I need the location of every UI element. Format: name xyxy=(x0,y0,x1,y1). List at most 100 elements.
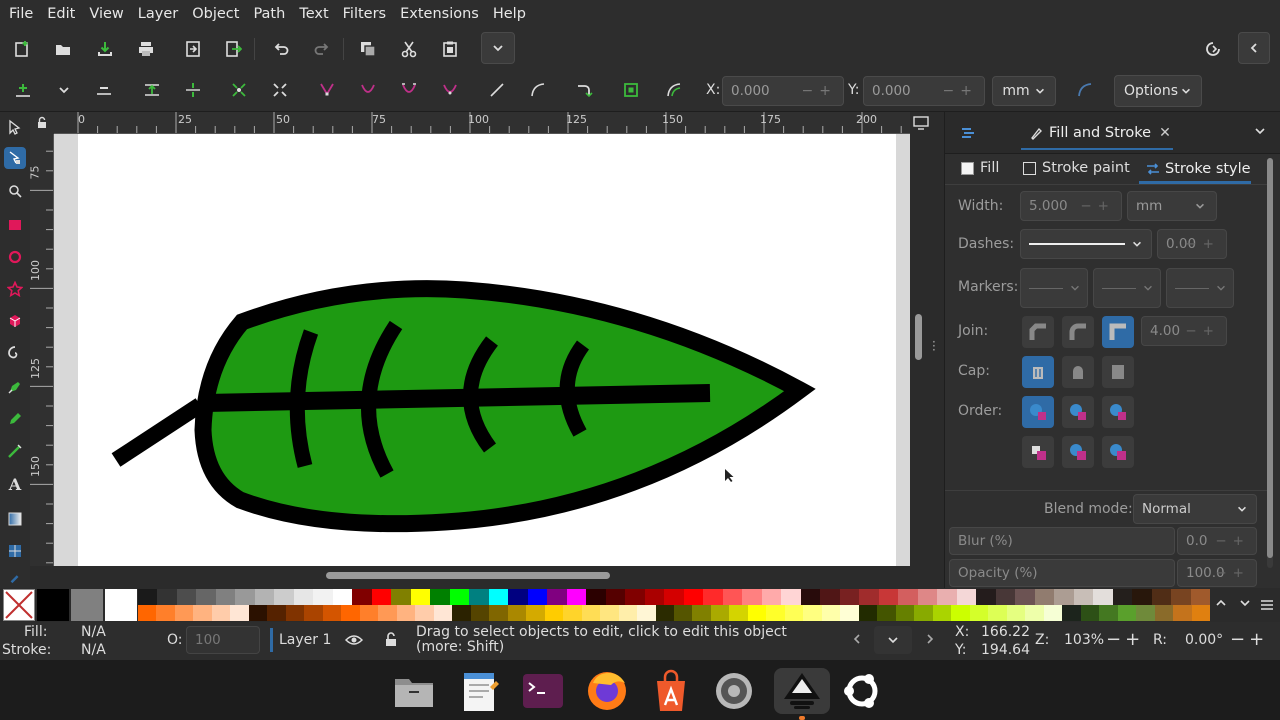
delete-segment-icon[interactable] xyxy=(265,75,295,105)
join-nodes-icon[interactable] xyxy=(137,75,167,105)
color-swatch[interactable] xyxy=(1151,589,1172,605)
x-coordinate-field[interactable]: 0.000 −+ xyxy=(722,76,844,106)
dropper-tool-icon[interactable] xyxy=(4,570,26,584)
segment-line-icon[interactable] xyxy=(482,75,512,105)
color-swatch[interactable] xyxy=(430,589,451,605)
color-swatch[interactable] xyxy=(371,589,392,605)
join-segment-icon[interactable] xyxy=(224,75,254,105)
color-swatch[interactable] xyxy=(156,605,176,621)
color-swatch[interactable] xyxy=(800,589,821,605)
no-paint-swatch[interactable] xyxy=(3,589,35,621)
color-swatch[interactable] xyxy=(581,605,601,621)
color-swatch[interactable] xyxy=(703,589,724,605)
settings-app-icon[interactable] xyxy=(710,668,758,714)
calligraphy-tool-icon[interactable] xyxy=(4,440,26,462)
color-swatch[interactable] xyxy=(254,589,275,605)
save-icon[interactable] xyxy=(90,34,120,64)
panel-resize-handle[interactable]: · · · xyxy=(932,336,942,356)
color-swatch[interactable] xyxy=(544,605,564,621)
color-swatch[interactable] xyxy=(969,605,989,621)
selector-tool-icon[interactable] xyxy=(4,116,26,138)
color-swatch[interactable] xyxy=(761,589,782,605)
color-swatch[interactable] xyxy=(322,605,342,621)
color-swatch[interactable] xyxy=(215,589,236,605)
color-swatch[interactable] xyxy=(1093,589,1114,605)
dock-menu-icon[interactable] xyxy=(959,124,977,142)
menu-object[interactable]: Object xyxy=(185,0,246,28)
delete-node-icon[interactable] xyxy=(89,75,119,105)
color-swatch[interactable] xyxy=(488,589,509,605)
menu-filters[interactable]: Filters xyxy=(336,0,393,28)
zoom-value[interactable]: 103% xyxy=(1064,632,1104,648)
canvas[interactable] xyxy=(54,134,910,566)
order-normal-icon[interactable] xyxy=(1022,396,1054,428)
color-swatch[interactable] xyxy=(1136,605,1156,621)
opacity-field[interactable]: 100.0 −+ xyxy=(1177,559,1257,587)
scroll-thumb[interactable] xyxy=(915,314,922,360)
color-swatch[interactable] xyxy=(527,589,548,605)
stroke-width-field[interactable]: 5.000 −+ xyxy=(1020,191,1122,221)
color-swatch[interactable] xyxy=(586,589,607,605)
color-swatch[interactable] xyxy=(600,605,620,621)
start-marker-dropdown[interactable] xyxy=(1020,268,1088,308)
show-handles-icon[interactable] xyxy=(659,75,689,105)
color-swatch[interactable] xyxy=(637,605,656,621)
color-swatch[interactable] xyxy=(211,605,231,621)
order-markers-stroke-icon[interactable] xyxy=(1102,436,1134,468)
color-swatch[interactable] xyxy=(1117,605,1137,621)
end-marker-dropdown[interactable] xyxy=(1166,268,1234,308)
layer-lock-icon[interactable] xyxy=(384,632,398,648)
color-swatch[interactable] xyxy=(976,589,997,605)
color-swatch[interactable] xyxy=(895,605,915,621)
color-swatch[interactable] xyxy=(859,589,880,605)
text-tool-icon[interactable]: A xyxy=(4,473,26,495)
color-swatch[interactable] xyxy=(230,605,250,621)
color-swatch[interactable] xyxy=(784,605,804,621)
color-swatch[interactable] xyxy=(1173,605,1192,621)
color-swatch[interactable] xyxy=(655,605,675,621)
color-swatch[interactable] xyxy=(729,605,749,621)
blend-mode-dropdown[interactable]: Normal xyxy=(1133,494,1257,524)
color-swatch[interactable] xyxy=(470,605,490,621)
panel-scrollbar[interactable] xyxy=(1267,158,1273,568)
color-swatch[interactable] xyxy=(313,589,334,605)
y-coordinate-field[interactable]: 0.000 −+ xyxy=(863,76,985,106)
paste-icon[interactable] xyxy=(435,34,465,64)
miter-limit-field[interactable]: 4.00 −+ xyxy=(1141,316,1227,346)
rotation-value[interactable]: 0.00° xyxy=(1185,632,1223,648)
spiral-tool-icon[interactable] xyxy=(4,342,26,364)
palette-menu-icon[interactable] xyxy=(1260,598,1274,612)
color-swatch[interactable] xyxy=(898,589,919,605)
color-swatch[interactable] xyxy=(415,605,435,621)
color-swatch[interactable] xyxy=(235,589,256,605)
round-join-icon[interactable] xyxy=(1062,316,1094,348)
color-swatch[interactable] xyxy=(566,589,587,605)
panel-dropdown-icon[interactable] xyxy=(1253,124,1267,138)
pencil-tool-icon[interactable] xyxy=(4,408,26,430)
miter-join-icon[interactable] xyxy=(1102,316,1134,348)
color-swatch[interactable] xyxy=(193,605,213,621)
color-swatch[interactable] xyxy=(1154,605,1174,621)
color-swatch[interactable] xyxy=(1171,589,1191,605)
color-swatch[interactable] xyxy=(683,589,704,605)
order-stroke-fill-icon[interactable] xyxy=(1062,396,1094,428)
break-path-icon[interactable] xyxy=(178,75,208,105)
color-swatch[interactable] xyxy=(526,605,546,621)
rectangle-tool-icon[interactable] xyxy=(4,214,26,236)
menu-path[interactable]: Path xyxy=(246,0,292,28)
color-swatch[interactable] xyxy=(157,589,178,605)
3d-box-tool-icon[interactable] xyxy=(4,310,26,332)
tab-fill[interactable]: Fill xyxy=(961,160,999,176)
dash-pattern-dropdown[interactable] xyxy=(1020,229,1152,259)
tab-fill-and-stroke[interactable]: Fill and Stroke ✕ xyxy=(1021,118,1173,150)
gradient-tool-icon[interactable] xyxy=(4,508,26,530)
color-swatch[interactable] xyxy=(937,589,958,605)
color-swatch[interactable] xyxy=(995,589,1016,605)
menu-text[interactable]: Text xyxy=(292,0,335,28)
color-swatch[interactable] xyxy=(433,605,453,621)
blur-field[interactable]: 0.0 −+ xyxy=(1177,527,1257,555)
mesh-tool-icon[interactable] xyxy=(4,540,26,562)
color-swatch[interactable] xyxy=(664,589,685,605)
files-app-icon[interactable] xyxy=(390,668,438,714)
color-swatch[interactable] xyxy=(932,605,952,621)
